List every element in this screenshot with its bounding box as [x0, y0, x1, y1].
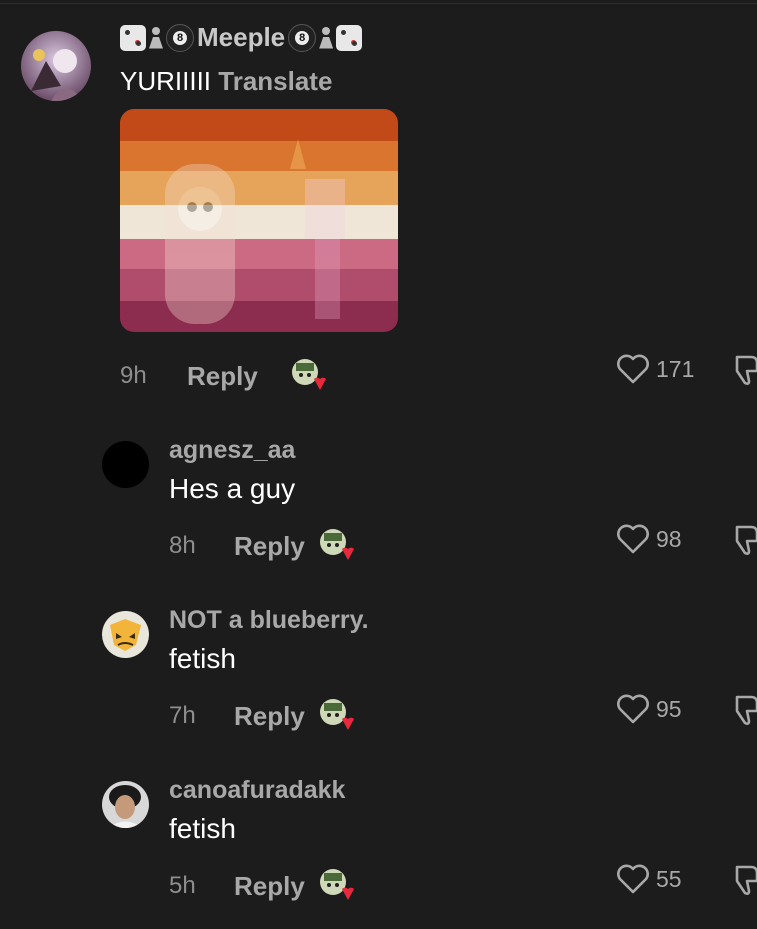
comment-text: fetish	[169, 813, 236, 844]
comment-username[interactable]: 8 Meeple 8	[120, 22, 363, 53]
like-button[interactable]: 95	[616, 694, 682, 724]
sticker-icon[interactable]	[318, 867, 354, 903]
reply-button[interactable]: Reply	[234, 701, 305, 732]
dislike-icon[interactable]	[733, 523, 757, 559]
like-button[interactable]: 55	[616, 864, 682, 894]
comment-gif-image[interactable]	[120, 109, 398, 332]
pawn-emoji	[319, 25, 333, 51]
username-text: Meeple	[197, 22, 286, 52]
8ball-emoji: 8	[166, 23, 194, 52]
top-divider	[0, 3, 757, 4]
dice-emoji	[120, 24, 146, 51]
comment-time: 5h	[169, 872, 196, 899]
comment-time: 8h	[169, 532, 196, 559]
sticker-icon[interactable]	[290, 357, 326, 393]
sticker-icon[interactable]	[318, 697, 354, 733]
dislike-icon[interactable]	[733, 863, 757, 899]
dislike-icon[interactable]	[733, 693, 757, 729]
avatar-canoafuradakk[interactable]	[102, 781, 149, 828]
translate-link[interactable]: Translate	[218, 66, 332, 96]
8ball-emoji: 8	[288, 23, 317, 52]
comment-time: 9h	[120, 362, 147, 389]
comment-text: Hes a guy	[169, 473, 296, 504]
dislike-icon[interactable]	[733, 353, 757, 389]
sticker-icon[interactable]	[318, 527, 354, 563]
heart-icon	[617, 864, 649, 894]
avatar-agnesz[interactable]	[102, 441, 149, 488]
reply-button[interactable]: Reply	[234, 871, 305, 902]
heart-icon	[617, 524, 649, 554]
like-button[interactable]: 171	[616, 354, 694, 384]
reply-button[interactable]: Reply	[234, 531, 305, 562]
comment-text: fetish	[169, 643, 236, 674]
pawn-emoji	[149, 25, 163, 51]
heart-icon	[617, 354, 649, 384]
like-count: 171	[656, 355, 695, 382]
comment-username[interactable]: canoafuradakk	[169, 776, 345, 805]
avatar-meeple[interactable]	[21, 31, 91, 101]
comment-username[interactable]: NOT a blueberry.	[169, 606, 369, 635]
comment-time: 7h	[169, 702, 196, 729]
comment-text: YURIIIII	[120, 66, 212, 96]
comment-username[interactable]: agnesz_aa	[169, 436, 295, 465]
heart-icon	[617, 694, 649, 724]
like-count: 95	[656, 695, 682, 722]
reply-button[interactable]: Reply	[187, 361, 258, 392]
dice-emoji	[336, 24, 363, 51]
like-count: 55	[656, 865, 682, 892]
avatar-blueberry[interactable]	[102, 611, 149, 658]
like-count: 98	[656, 525, 682, 552]
like-button[interactable]: 98	[616, 524, 682, 554]
comment-text-row: YURIIIII Translate	[120, 66, 332, 97]
